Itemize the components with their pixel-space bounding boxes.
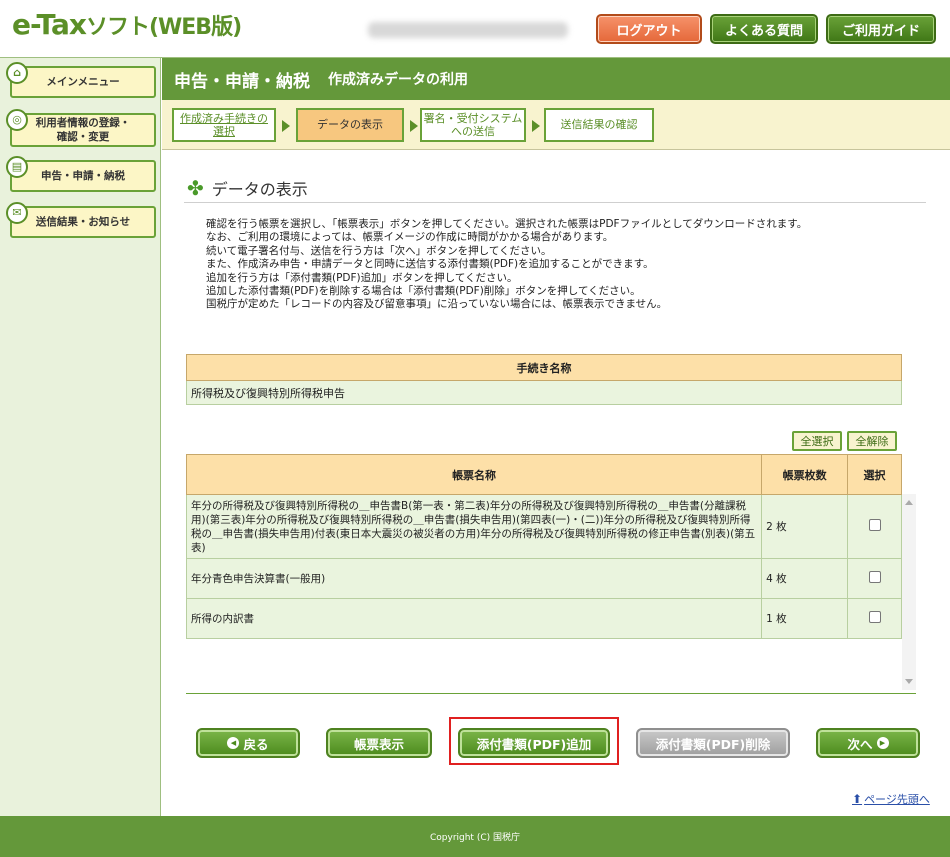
- right-arrow-icon: ▶: [876, 737, 889, 749]
- delete-pdf-button[interactable]: 添付書類(PDF)削除: [636, 728, 790, 758]
- section-divider: [184, 202, 926, 203]
- sidebar-item-filing[interactable]: ▤ 申告・申請・納税: [6, 156, 156, 192]
- page-title-bar: 申告・申請・納税 作成済みデータの利用: [162, 58, 950, 100]
- faq-button[interactable]: よくある質問: [710, 14, 818, 44]
- step-result: 送信結果の確認: [544, 108, 654, 142]
- document-icon: ▤: [6, 156, 28, 178]
- form-checkbox[interactable]: [868, 571, 881, 583]
- sidebar-item-label: メインメニュー: [46, 75, 120, 88]
- step-arrow-icon: [282, 120, 290, 132]
- section-title: データの表示: [211, 180, 308, 199]
- home-icon: ⌂: [6, 62, 28, 84]
- form-select-cell: [847, 598, 902, 639]
- next-button-label: 次へ: [847, 736, 873, 752]
- table-row: 所得の内訳書 1 枚: [185, 598, 902, 639]
- form-count-cell: 2 枚: [761, 494, 849, 559]
- footer: Copyright (C) 国税庁: [0, 816, 950, 857]
- select-all-button[interactable]: 全選択: [792, 431, 842, 451]
- forms-scrollbar[interactable]: [902, 494, 916, 690]
- sidebar-item-label: 申告・申請・納税: [41, 169, 125, 182]
- sidebar: ⌂ メインメニュー ◎ 利用者情報の登録・ 確認・変更 ▤ 申告・申請・納税 ✉…: [0, 58, 161, 816]
- form-count-cell: 4 枚: [761, 558, 849, 599]
- page-top-link[interactable]: ⬆ ページ先頭へ: [852, 791, 930, 807]
- form-name-cell: 年分青色申告決算書(一般用): [185, 558, 763, 599]
- instruction-line: また、作成済み申告・申請データと同時に送信する添付書類(PDF)を追加することが…: [206, 258, 654, 271]
- step-navigation: 作成済み手続きの 選択 データの表示 署名・受付システム への送信 送信結果の確…: [162, 100, 950, 150]
- form-select-cell: [847, 558, 902, 599]
- main-content: 申告・申請・納税 作成済みデータの利用 作成済み手続きの 選択 データの表示 署…: [162, 58, 950, 816]
- page-top-label: ページ先頭へ: [864, 793, 930, 806]
- forms-table-container: 帳票名称 帳票枚数 選択 年分の所得税及び復興特別所得税の＿申告書B(第一表・第…: [185, 454, 916, 694]
- page-subtitle: 作成済みデータの利用: [328, 72, 468, 88]
- forms-header-select: 選択: [847, 454, 902, 495]
- form-select-cell: [847, 494, 902, 559]
- step-send: 署名・受付システム への送信: [420, 108, 526, 142]
- back-button[interactable]: ◀ 戻る: [196, 728, 300, 758]
- procedure-name-cell: 所得税及び復興特別所得税申告: [186, 380, 902, 405]
- copyright: Copyright (C) 国税庁: [429, 833, 520, 843]
- sidebar-item-label: 利用者情報の登録・ 確認・変更: [35, 116, 131, 143]
- forms-table: 帳票名称 帳票枚数 選択 年分の所得税及び復興特別所得税の＿申告書B(第一表・第…: [185, 454, 902, 639]
- scroll-down-icon[interactable]: [905, 679, 913, 684]
- procedure-table: 手続き名称 所得税及び復興特別所得税申告: [186, 354, 902, 405]
- user-settings-icon: ◎: [6, 109, 28, 131]
- deselect-all-button[interactable]: 全解除: [847, 431, 897, 451]
- instruction-line: 確認を行う帳票を選択し、「帳票表示」ボタンを押してください。選択された帳票はPD…: [206, 218, 808, 230]
- table-row: 年分青色申告決算書(一般用) 4 枚: [185, 558, 902, 599]
- instruction-line: 続いて電子署名付与、送信を行う方は「次へ」ボタンを押してください。: [206, 244, 552, 257]
- instruction-line: なお、ご利用の環境によっては、帳票イメージの作成に時間がかかる場合があります。: [206, 231, 614, 244]
- add-pdf-button[interactable]: 添付書類(PDF)追加: [458, 728, 610, 758]
- sidebar-item-results[interactable]: ✉ 送信結果・お知らせ: [6, 202, 156, 238]
- form-checkbox[interactable]: [868, 611, 881, 623]
- sidebar-item-user-info[interactable]: ◎ 利用者情報の登録・ 確認・変更: [6, 109, 156, 147]
- instructions: 確認を行う帳票を選択し、「帳票表示」ボタンを押してください。選択された帳票はPD…: [206, 218, 926, 312]
- clover-icon: ✤: [187, 176, 204, 200]
- sidebar-item-label: 送信結果・お知らせ: [35, 215, 131, 228]
- forms-header-name: 帳票名称: [185, 454, 763, 495]
- procedure-table-header: 手続き名称: [186, 354, 902, 381]
- logout-button[interactable]: ログアウト: [596, 14, 702, 44]
- step-display-data: データの表示: [296, 108, 404, 142]
- section-heading: ✤ データの表示: [187, 176, 308, 200]
- instruction-line: 追加した添付書類(PDF)を削除する場合は「添付書類(PDF)削除」ボタンを押し…: [206, 285, 641, 298]
- forms-header-count: 帳票枚数: [761, 454, 849, 495]
- next-button[interactable]: 次へ ▶: [816, 728, 920, 758]
- mail-icon: ✉: [6, 202, 28, 224]
- scroll-up-icon[interactable]: [905, 500, 913, 505]
- header: e-Taxソフト(WEB版) ログアウト よくある質問 ご利用ガイド: [0, 0, 950, 58]
- page-title: 申告・申請・納税: [174, 71, 310, 92]
- form-name-cell: 所得の内訳書: [185, 598, 763, 639]
- form-checkbox[interactable]: [868, 519, 881, 531]
- sidebar-item-main-menu[interactable]: ⌂ メインメニュー: [6, 62, 156, 98]
- step-arrow-icon: [410, 120, 418, 132]
- up-arrow-icon: ⬆: [852, 792, 863, 806]
- step-select-procedure[interactable]: 作成済み手続きの 選択: [172, 108, 276, 142]
- blurred-user-name: [368, 22, 568, 38]
- form-name-cell: 年分の所得税及び復興特別所得税の＿申告書B(第一表・第二表)年分の所得税及び復興…: [185, 494, 763, 559]
- left-arrow-icon: ◀: [227, 737, 240, 749]
- step-arrow-icon: [532, 120, 540, 132]
- instruction-line: 国税庁が定めた「レコードの内容及び留意事項」に沿っていない場合には、帳票表示でき…: [206, 298, 668, 311]
- instruction-line: 追加を行う方は「添付書類(PDF)追加」ボタンを押してください。: [206, 271, 518, 284]
- back-button-label: 戻る: [243, 736, 269, 752]
- form-count-cell: 1 枚: [761, 598, 849, 639]
- guide-button[interactable]: ご利用ガイド: [826, 14, 936, 44]
- table-row: 年分の所得税及び復興特別所得税の＿申告書B(第一表・第二表)年分の所得税及び復興…: [185, 494, 902, 559]
- etax-logo: e-Taxソフト(WEB版): [12, 8, 242, 41]
- view-forms-button[interactable]: 帳票表示: [326, 728, 432, 758]
